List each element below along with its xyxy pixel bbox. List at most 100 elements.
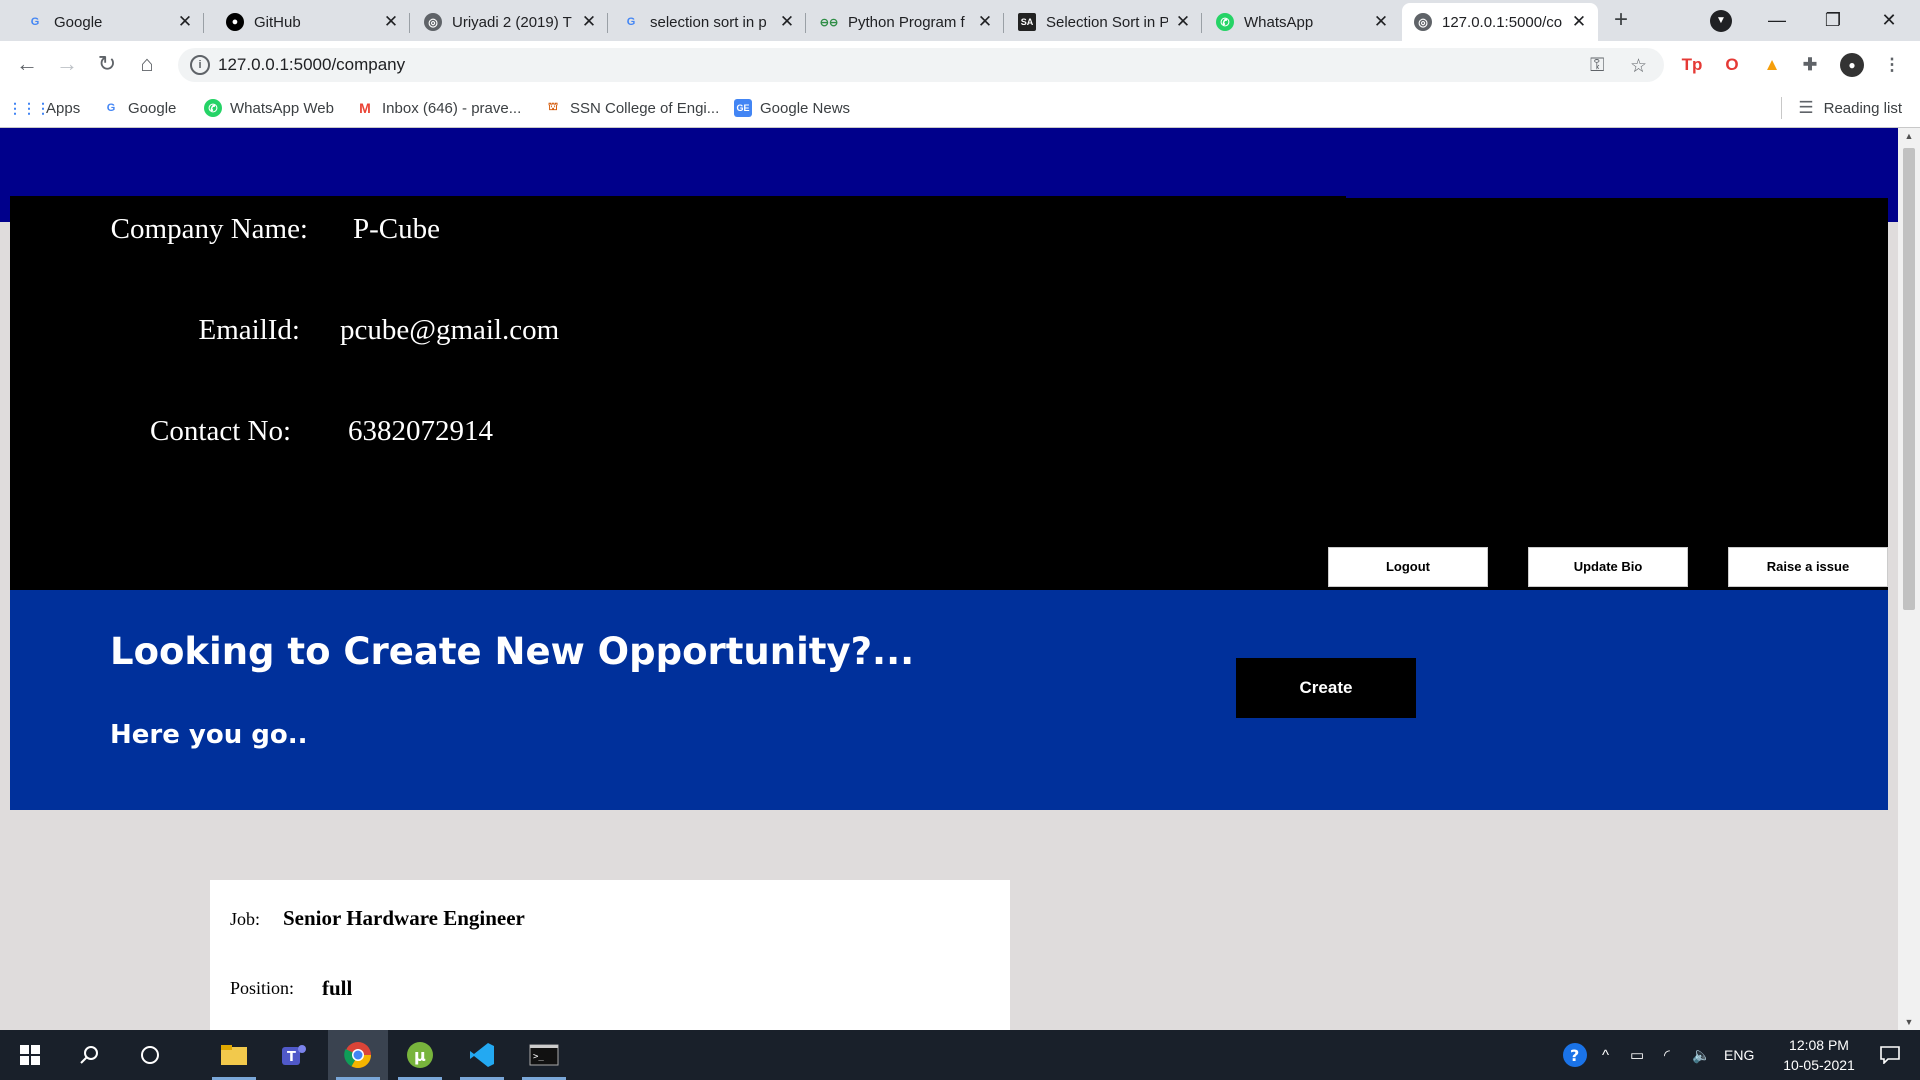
company-name-value: P-Cube <box>353 213 440 245</box>
tab-title: GitHub <box>254 13 301 31</box>
reading-list-button[interactable]: ☰ Reading list <box>1781 96 1902 120</box>
reading-list-label: Reading list <box>1823 99 1902 117</box>
opportunity-title: Looking to Create New Opportunity?... <box>110 630 915 673</box>
minimize-icon[interactable]: — <box>1754 4 1800 36</box>
bookmark-label: SSN College of Engi... <box>570 99 720 117</box>
extension-tp-icon[interactable]: Tp <box>1680 53 1704 77</box>
tab-title: Uriyadi 2 (2019) T <box>452 13 572 31</box>
battery-icon[interactable]: ▭ <box>1630 1030 1644 1080</box>
volume-icon[interactable]: 🔈 <box>1692 1030 1711 1080</box>
show-hidden-icons[interactable]: ^ <box>1602 1030 1609 1080</box>
scroll-up-icon[interactable]: ▲ <box>1898 128 1920 144</box>
wifi-icon[interactable]: ◜ <box>1664 1030 1670 1080</box>
new-tab-button[interactable]: + <box>1608 8 1634 34</box>
tab-github[interactable]: ● GitHub ✕ <box>214 3 410 41</box>
close-icon[interactable]: ✕ <box>1174 12 1192 32</box>
job-title-value: Senior Hardware Engineer <box>283 906 525 930</box>
extensions-puzzle-icon[interactable]: ✚ <box>1798 53 1822 77</box>
bookmark-label: Inbox (646) - prave... <box>382 99 522 117</box>
home-icon[interactable]: ⌂ <box>132 49 162 79</box>
tab-google[interactable]: G Google ✕ <box>14 3 204 41</box>
tab-company-page[interactable]: ◎ 127.0.0.1:5000/co ✕ <box>1402 3 1598 41</box>
utorrent-icon[interactable]: µ <box>390 1030 450 1080</box>
restore-icon[interactable]: ❐ <box>1810 4 1856 36</box>
menu-dots-icon[interactable]: ⋮ <box>1880 53 1904 77</box>
site-info-icon[interactable]: i <box>190 55 210 75</box>
file-explorer-icon[interactable] <box>204 1030 264 1080</box>
browser-tab-strip: G Google ✕ ● GitHub ✕ ◎ Uriyadi 2 (2019)… <box>0 0 1920 41</box>
back-icon[interactable]: ← <box>12 49 42 79</box>
search-icon[interactable] <box>60 1030 120 1080</box>
gmail-icon: M <box>359 100 371 116</box>
close-icon[interactable]: ✕ <box>382 12 400 32</box>
key-icon[interactable]: ⚿ <box>1590 55 1604 77</box>
svg-text:>_: >_ <box>533 1052 544 1062</box>
page-viewport: Company Name: P-Cube EmailId: pcube@gmai… <box>0 128 1920 1030</box>
logout-button[interactable]: Logout <box>1328 547 1488 587</box>
tab-uriyadi[interactable]: ◎ Uriyadi 2 (2019) T ✕ <box>412 3 608 41</box>
teams-icon[interactable]: T <box>264 1030 324 1080</box>
close-icon[interactable]: ✕ <box>1570 12 1588 32</box>
reload-icon[interactable]: ↻ <box>92 49 122 79</box>
tab-title: Google <box>54 13 103 31</box>
company-name-label: Company Name: <box>110 213 308 245</box>
help-icon[interactable]: ? <box>1562 1030 1588 1080</box>
scroll-down-icon[interactable]: ▼ <box>1898 1014 1920 1030</box>
tab-title: 127.0.0.1:5000/co <box>1442 13 1563 31</box>
bookmark-google[interactable]: G Google <box>102 96 177 120</box>
google-icon: G <box>106 102 116 114</box>
bookmark-apps[interactable]: ⋮⋮⋮ Apps <box>8 96 80 120</box>
bookmarks-bar: ⋮⋮⋮ Apps G Google ✆ WhatsApp Web M Inbox… <box>0 88 1920 128</box>
close-icon[interactable]: ✕ <box>176 12 194 32</box>
stackabuse-icon: SA <box>1018 13 1036 31</box>
tab-search-icon[interactable]: ▼ <box>1710 10 1732 32</box>
window-close-icon[interactable]: ✕ <box>1866 4 1912 36</box>
notifications-icon[interactable] <box>1868 1030 1912 1080</box>
clock[interactable]: 12:08 PM 10-05-2021 <box>1770 1030 1868 1080</box>
extension-honey-icon[interactable]: ▲ <box>1760 53 1784 77</box>
tab-whatsapp[interactable]: ✆ WhatsApp ✕ <box>1204 3 1400 41</box>
tab-python-program[interactable]: ⊖⊖ Python Program f ✕ <box>808 3 1004 41</box>
forward-icon[interactable]: → <box>52 49 82 79</box>
create-button[interactable]: Create <box>1236 658 1416 718</box>
tab-selection-sort-search[interactable]: G selection sort in p ✕ <box>610 3 806 41</box>
vscode-icon[interactable] <box>452 1030 512 1080</box>
chrome-icon[interactable] <box>328 1030 388 1080</box>
task-view-icon[interactable] <box>120 1030 180 1080</box>
bookmark-gmail-inbox[interactable]: M Inbox (646) - prave... <box>356 96 521 120</box>
tab-title: Python Program f <box>848 13 965 31</box>
close-icon[interactable]: ✕ <box>580 12 598 32</box>
windows-start-icon[interactable] <box>0 1030 60 1080</box>
bookmark-ssn-college[interactable]: ⛫ SSN College of Engi... <box>544 96 719 120</box>
windows-taskbar: T µ >_ ? ^ ▭ ◜ 🔈 ENG 12:08 PM 10-05-2021 <box>0 1030 1920 1080</box>
job-card: Job: Senior Hardware Engineer Position: … <box>210 880 1010 1030</box>
clock-date: 10-05-2021 <box>1783 1057 1855 1073</box>
create-opportunity-section: Looking to Create New Opportunity?... He… <box>10 590 1888 810</box>
page-scrollbar[interactable]: ▲ ▼ <box>1898 128 1920 1030</box>
tab-selection-sort[interactable]: SA Selection Sort in P ✕ <box>1006 3 1202 41</box>
bookmark-whatsapp-web[interactable]: ✆ WhatsApp Web <box>204 96 334 120</box>
close-icon[interactable]: ✕ <box>976 12 994 32</box>
svg-text:?: ? <box>1570 1046 1579 1065</box>
url-text[interactable]: 127.0.0.1:5000/company <box>218 48 405 82</box>
terminal-icon[interactable]: >_ <box>514 1030 574 1080</box>
extension-opera-icon[interactable]: O <box>1720 53 1744 77</box>
update-bio-button[interactable]: Update Bio <box>1528 547 1688 587</box>
scrollbar-thumb[interactable] <box>1903 148 1915 610</box>
svg-text:T: T <box>287 1050 296 1065</box>
close-icon[interactable]: ✕ <box>1372 12 1390 32</box>
position-value: full <box>322 976 353 1000</box>
avatar[interactable]: ● <box>1840 53 1864 77</box>
raise-issue-button[interactable]: Raise a issue <box>1728 547 1888 587</box>
opportunity-subtitle: Here you go.. <box>110 720 308 750</box>
bookmark-google-news[interactable]: GE Google News <box>734 96 850 120</box>
bookmark-star-icon[interactable]: ☆ <box>1630 55 1647 78</box>
position-label: Position: <box>230 978 295 998</box>
tab-title: WhatsApp <box>1244 13 1314 31</box>
college-icon: ⛫ <box>547 101 559 113</box>
apps-grid-icon: ⋮⋮⋮ <box>8 99 50 116</box>
whatsapp-icon: ✆ <box>1216 13 1234 31</box>
close-icon[interactable]: ✕ <box>778 12 796 32</box>
address-bar[interactable]: i 127.0.0.1:5000/company ⚿ ☆ <box>178 48 1664 82</box>
language-indicator[interactable]: ENG <box>1724 1030 1754 1080</box>
